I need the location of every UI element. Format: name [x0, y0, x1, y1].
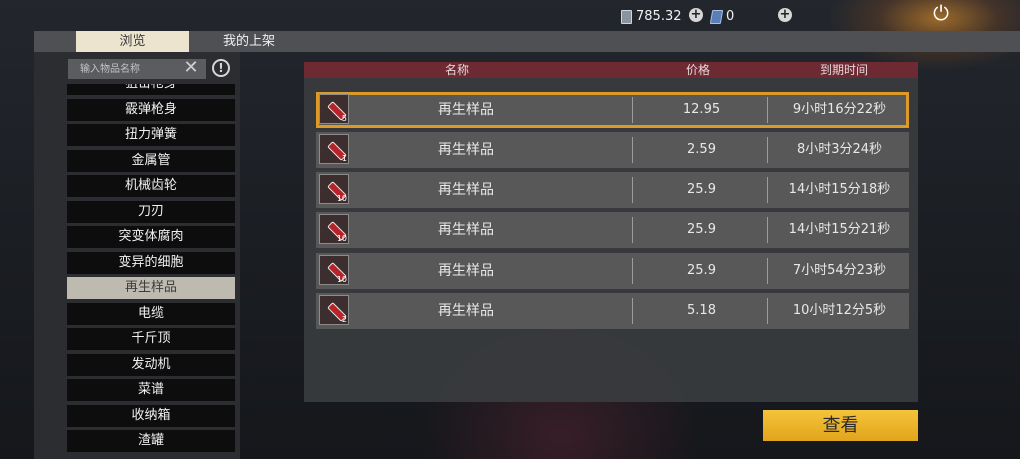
- add-crystal-button[interactable]: +: [778, 8, 792, 22]
- crystal-icon: [709, 9, 724, 24]
- divider: [767, 177, 768, 203]
- item-price: 25.9: [687, 263, 716, 278]
- regen-sample-icon: 1: [319, 134, 349, 164]
- category-item[interactable]: 发动机: [67, 353, 235, 376]
- scrap-currency: 785.32: [621, 9, 682, 24]
- help-icon[interactable]: !: [212, 59, 230, 77]
- table-row[interactable]: 10 再生样品 25.9 7小时54分23秒: [316, 253, 909, 289]
- table-row[interactable]: 1 再生样品 2.59 8小时3分24秒: [316, 132, 909, 168]
- category-list[interactable]: 狙击枪身 霰弹枪身 扭力弹簧 金属管 机械齿轮 刀刃 突变体腐肉 变异的细胞 再…: [67, 84, 235, 459]
- item-name: 再生样品: [438, 222, 494, 238]
- item-expiry: 14小时15分21秒: [788, 222, 891, 237]
- item-name: 再生样品: [438, 303, 494, 319]
- category-item[interactable]: 渣罐: [67, 430, 235, 452]
- divider: [767, 97, 768, 123]
- divider: [632, 137, 633, 163]
- category-item[interactable]: 机械齿轮: [67, 175, 235, 197]
- divider: [632, 298, 633, 324]
- item-count: 10: [336, 194, 347, 203]
- listing-panel: 名称 价格 到期时间 5 再生样品 12.95 9小时16分22秒 1 再生样品…: [304, 62, 918, 402]
- currency-bar: 785.32 + 0 + ⏻: [0, 0, 1020, 32]
- divider: [632, 217, 633, 243]
- item-expiry: 7小时54分23秒: [792, 263, 887, 278]
- table-row[interactable]: 5 再生样品 12.95 9小时16分22秒: [316, 92, 909, 128]
- category-item[interactable]: 突变体腐肉: [67, 226, 235, 248]
- item-count: 10: [336, 234, 347, 243]
- divider: [632, 258, 633, 284]
- table-header: 名称 价格 到期时间: [304, 62, 918, 78]
- header-name: 名称: [445, 63, 470, 77]
- header-price: 价格: [686, 63, 711, 77]
- divider: [767, 258, 768, 284]
- category-item[interactable]: 菜谱: [67, 379, 235, 401]
- divider: [767, 217, 768, 243]
- item-price: 2.59: [687, 142, 716, 157]
- item-price: 5.18: [687, 303, 716, 318]
- divider: [632, 97, 633, 123]
- regen-sample-icon: 10: [319, 174, 349, 204]
- item-price: 25.9: [687, 182, 716, 197]
- tab-browse[interactable]: 浏览: [76, 31, 189, 52]
- add-scrap-button[interactable]: +: [689, 8, 703, 22]
- category-item[interactable]: 霰弹枪身: [67, 98, 235, 121]
- category-item[interactable]: 收纳箱: [67, 404, 235, 427]
- power-icon[interactable]: ⏻: [930, 2, 952, 24]
- category-item[interactable]: 金属管: [67, 149, 235, 172]
- item-name: 再生样品: [438, 263, 494, 279]
- crystal-currency: 0: [709, 9, 735, 24]
- item-price: 25.9: [687, 222, 716, 237]
- tab-bar: 浏览 我的上架: [34, 31, 1020, 52]
- item-count: 10: [336, 275, 347, 284]
- regen-sample-icon: 10: [319, 255, 349, 285]
- category-item-selected[interactable]: 再生样品: [67, 277, 235, 299]
- table-row[interactable]: 10 再生样品 25.9 14小时15分18秒: [316, 172, 909, 208]
- category-item[interactable]: 千斤顶: [67, 328, 235, 350]
- item-expiry: 8小时3分24秒: [796, 142, 883, 157]
- tab-my-listings[interactable]: 我的上架: [204, 31, 294, 52]
- category-item[interactable]: 变异的细胞: [67, 251, 235, 274]
- divider: [632, 177, 633, 203]
- item-name: 再生样品: [438, 102, 494, 118]
- item-name: 再生样品: [438, 182, 494, 198]
- scrap-coin-icon: [621, 9, 632, 24]
- table-row[interactable]: 10 再生样品 25.9 14小时15分21秒: [316, 212, 909, 248]
- item-expiry: 10小时12分5秒: [792, 303, 887, 318]
- divider: [767, 137, 768, 163]
- category-item[interactable]: 电缆: [67, 302, 235, 325]
- item-name: 再生样品: [438, 142, 494, 158]
- clear-search-icon[interactable]: ✕: [182, 58, 200, 78]
- table-row[interactable]: 2 再生样品 5.18 10小时12分5秒: [316, 293, 909, 329]
- divider: [767, 298, 768, 324]
- regen-sample-icon: 2: [319, 295, 349, 325]
- scrap-amount: 785.32: [636, 9, 682, 24]
- item-count: 5: [341, 114, 347, 123]
- item-price: 12.95: [682, 102, 721, 117]
- item-count: 1: [341, 154, 347, 163]
- regen-sample-icon: 10: [319, 214, 349, 244]
- header-expiry: 到期时间: [820, 63, 869, 77]
- category-item[interactable]: 刀刃: [67, 200, 235, 223]
- view-button[interactable]: 查看: [763, 410, 918, 441]
- category-item[interactable]: 扭力弹簧: [67, 124, 235, 146]
- crystal-amount: 0: [726, 9, 735, 24]
- regen-sample-icon: 5: [319, 94, 349, 124]
- category-item[interactable]: 狙击枪身: [67, 84, 235, 95]
- item-expiry: 9小时16分22秒: [792, 102, 887, 117]
- item-count: 2: [341, 315, 347, 324]
- item-expiry: 14小时15分18秒: [788, 182, 891, 197]
